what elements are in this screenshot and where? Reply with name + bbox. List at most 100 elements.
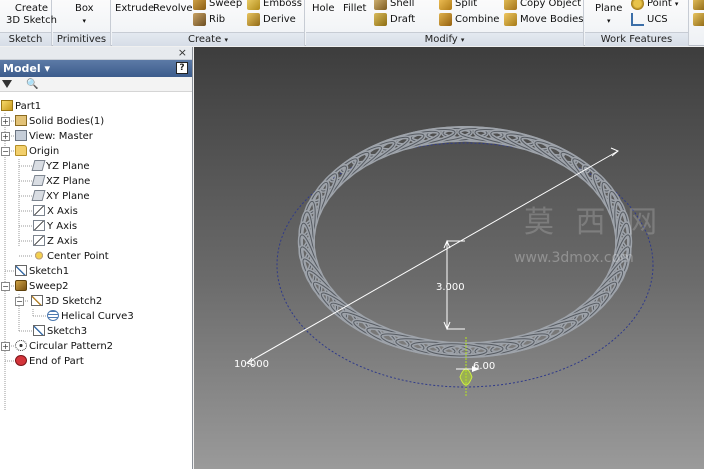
- point-icon: [631, 0, 644, 10]
- box-dropdown-icon: ▾: [82, 17, 87, 25]
- filter-icon[interactable]: [2, 80, 12, 88]
- ucs-button[interactable]: UCS: [631, 13, 668, 26]
- draft-button[interactable]: Draft: [374, 13, 415, 26]
- derive-label: Derive: [263, 14, 296, 25]
- extrude-button[interactable]: Extrude: [115, 3, 154, 15]
- work-features-group: Plane ▾ Point ▾ UCS Work Features: [585, 0, 689, 46]
- emboss-button[interactable]: Emboss: [247, 0, 302, 10]
- tree-item-origin[interactable]: Origin: [15, 144, 59, 159]
- sketch3d-icon: [31, 295, 43, 306]
- collapse-toggle-icon[interactable]: −: [15, 297, 24, 306]
- primitives-group-title: Primitives: [53, 32, 110, 46]
- sketch-group-title: Sketch: [0, 32, 51, 46]
- dimension-value-height[interactable]: 3.000: [436, 282, 465, 293]
- tree-item-y-axis[interactable]: Y Axis: [33, 219, 77, 234]
- tree-item-view-master[interactable]: View: Master: [15, 129, 93, 144]
- tree-item-xz-plane[interactable]: XZ Plane: [31, 174, 90, 189]
- tree-item-label: 3D Sketch2: [45, 296, 103, 307]
- move-bodies-icon: [504, 13, 517, 26]
- move-bodies-button[interactable]: Move Bodies: [504, 13, 583, 26]
- end-of-part-icon: [15, 355, 27, 366]
- tree-item-circular-pattern2[interactable]: Circular Pattern2: [15, 339, 113, 354]
- revolve-label: Revolve: [153, 3, 193, 14]
- expand-toggle-icon[interactable]: +: [1, 132, 10, 141]
- helical-coils[interactable]: [296, 126, 634, 358]
- tree-item-sketch1[interactable]: Sketch1: [15, 264, 69, 279]
- create-group-title[interactable]: Create ▾: [112, 32, 304, 46]
- split-button[interactable]: Split: [439, 0, 477, 10]
- tree-item-x-axis[interactable]: X Axis: [33, 204, 78, 219]
- sketch-group: Create 3D Sketch Sketch: [0, 0, 57, 46]
- plane-icon: [31, 190, 46, 201]
- sweep-button[interactable]: Sweep: [193, 0, 242, 10]
- sketch3d-label: 3D Sketch: [6, 15, 57, 26]
- tree-item-z-axis[interactable]: Z Axis: [33, 234, 78, 249]
- split-label: Split: [455, 0, 478, 9]
- box-button[interactable]: Box ▾: [75, 3, 94, 27]
- shell-icon: [374, 0, 387, 10]
- circular-pattern-icon: [15, 340, 27, 351]
- ucs-label: UCS: [647, 14, 668, 25]
- tree-item-center-point[interactable]: Center Point: [33, 249, 109, 264]
- derive-button[interactable]: Derive: [247, 13, 296, 26]
- plane-icon: [31, 160, 46, 171]
- browser-toolbar: 🔍: [0, 77, 192, 92]
- expand-toggle-icon[interactable]: +: [1, 117, 10, 126]
- revolve-button[interactable]: Revolve: [153, 3, 193, 15]
- point-label: Point: [647, 0, 672, 9]
- plane-dropdown-icon: ▾: [606, 17, 611, 25]
- tree-item-3d-sketch2[interactable]: 3D Sketch2: [31, 294, 102, 309]
- next-group-bottom-icon-button[interactable]: [693, 13, 704, 26]
- find-icon[interactable]: 🔍: [26, 79, 38, 90]
- axis-icon: [33, 235, 45, 246]
- center-point-icon: [33, 250, 45, 261]
- shell-button[interactable]: Shell: [374, 0, 414, 10]
- plane-button[interactable]: Plane ▾: [595, 3, 622, 27]
- modify-group-title[interactable]: Modify ▾: [306, 32, 583, 46]
- graphics-viewport[interactable]: 莫 西 网 www.3dmox.com 10.000 3.000 6.00: [194, 47, 704, 469]
- view-icon: [15, 130, 27, 141]
- tool-icon: [693, 13, 704, 26]
- browser-header[interactable]: Model ▾ ?: [0, 60, 192, 77]
- tree-item-label: Sketch1: [29, 266, 70, 277]
- copy-object-button[interactable]: Copy Object: [504, 0, 581, 10]
- tree-item-part1[interactable]: Part1: [1, 99, 41, 114]
- tree-item-end-of-part[interactable]: End of Part: [15, 354, 84, 369]
- collapse-toggle-icon[interactable]: −: [1, 282, 10, 291]
- hole-button[interactable]: Hole: [312, 3, 335, 15]
- draft-label: Draft: [390, 14, 416, 25]
- dimension-value-small[interactable]: 6.00: [473, 361, 495, 372]
- tree-item-label: Helical Curve3: [61, 311, 134, 322]
- tree-item-label: Center Point: [47, 251, 109, 262]
- collapse-toggle-icon[interactable]: −: [1, 147, 10, 156]
- close-icon[interactable]: ×: [178, 46, 187, 59]
- tree-item-solid-bodies[interactable]: Solid Bodies(1): [15, 114, 104, 129]
- sweep-icon: [15, 280, 27, 291]
- tree-item-label: Sweep2: [29, 281, 69, 292]
- draft-icon: [374, 13, 387, 26]
- sweep-icon: [193, 0, 206, 10]
- tree-item-xy-plane[interactable]: XY Plane: [31, 189, 90, 204]
- help-icon[interactable]: ?: [176, 62, 188, 74]
- primitives-group: Box ▾ Primitives: [53, 0, 111, 46]
- split-icon: [439, 0, 452, 10]
- next-group-top-icon-button[interactable]: [693, 0, 704, 10]
- hole-label: Hole: [312, 3, 335, 14]
- tree-item-helical-curve3[interactable]: Helical Curve3: [47, 309, 134, 324]
- axis-icon: [33, 220, 45, 231]
- tree-item-sketch3[interactable]: Sketch3: [33, 324, 87, 339]
- scene-canvas[interactable]: 莫 西 网 www.3dmox.com 10.000 3.000 6.00: [194, 47, 704, 469]
- tree-item-label: Sketch3: [47, 326, 88, 337]
- rib-button[interactable]: Rib: [193, 13, 225, 26]
- tree-item-sweep2[interactable]: Sweep2: [15, 279, 69, 294]
- fillet-button[interactable]: Fillet: [343, 3, 366, 15]
- copy-object-label: Copy Object: [520, 0, 582, 9]
- create-3d-sketch-button[interactable]: Create 3D Sketch: [6, 3, 57, 27]
- dimension-value-outer[interactable]: 10.000: [234, 359, 269, 370]
- combine-icon: [439, 13, 452, 26]
- fillet-label: Fillet: [343, 3, 367, 14]
- expand-toggle-icon[interactable]: +: [1, 342, 10, 351]
- point-button[interactable]: Point ▾: [631, 0, 678, 10]
- combine-button[interactable]: Combine: [439, 13, 499, 26]
- tree-item-yz-plane[interactable]: YZ Plane: [31, 159, 90, 174]
